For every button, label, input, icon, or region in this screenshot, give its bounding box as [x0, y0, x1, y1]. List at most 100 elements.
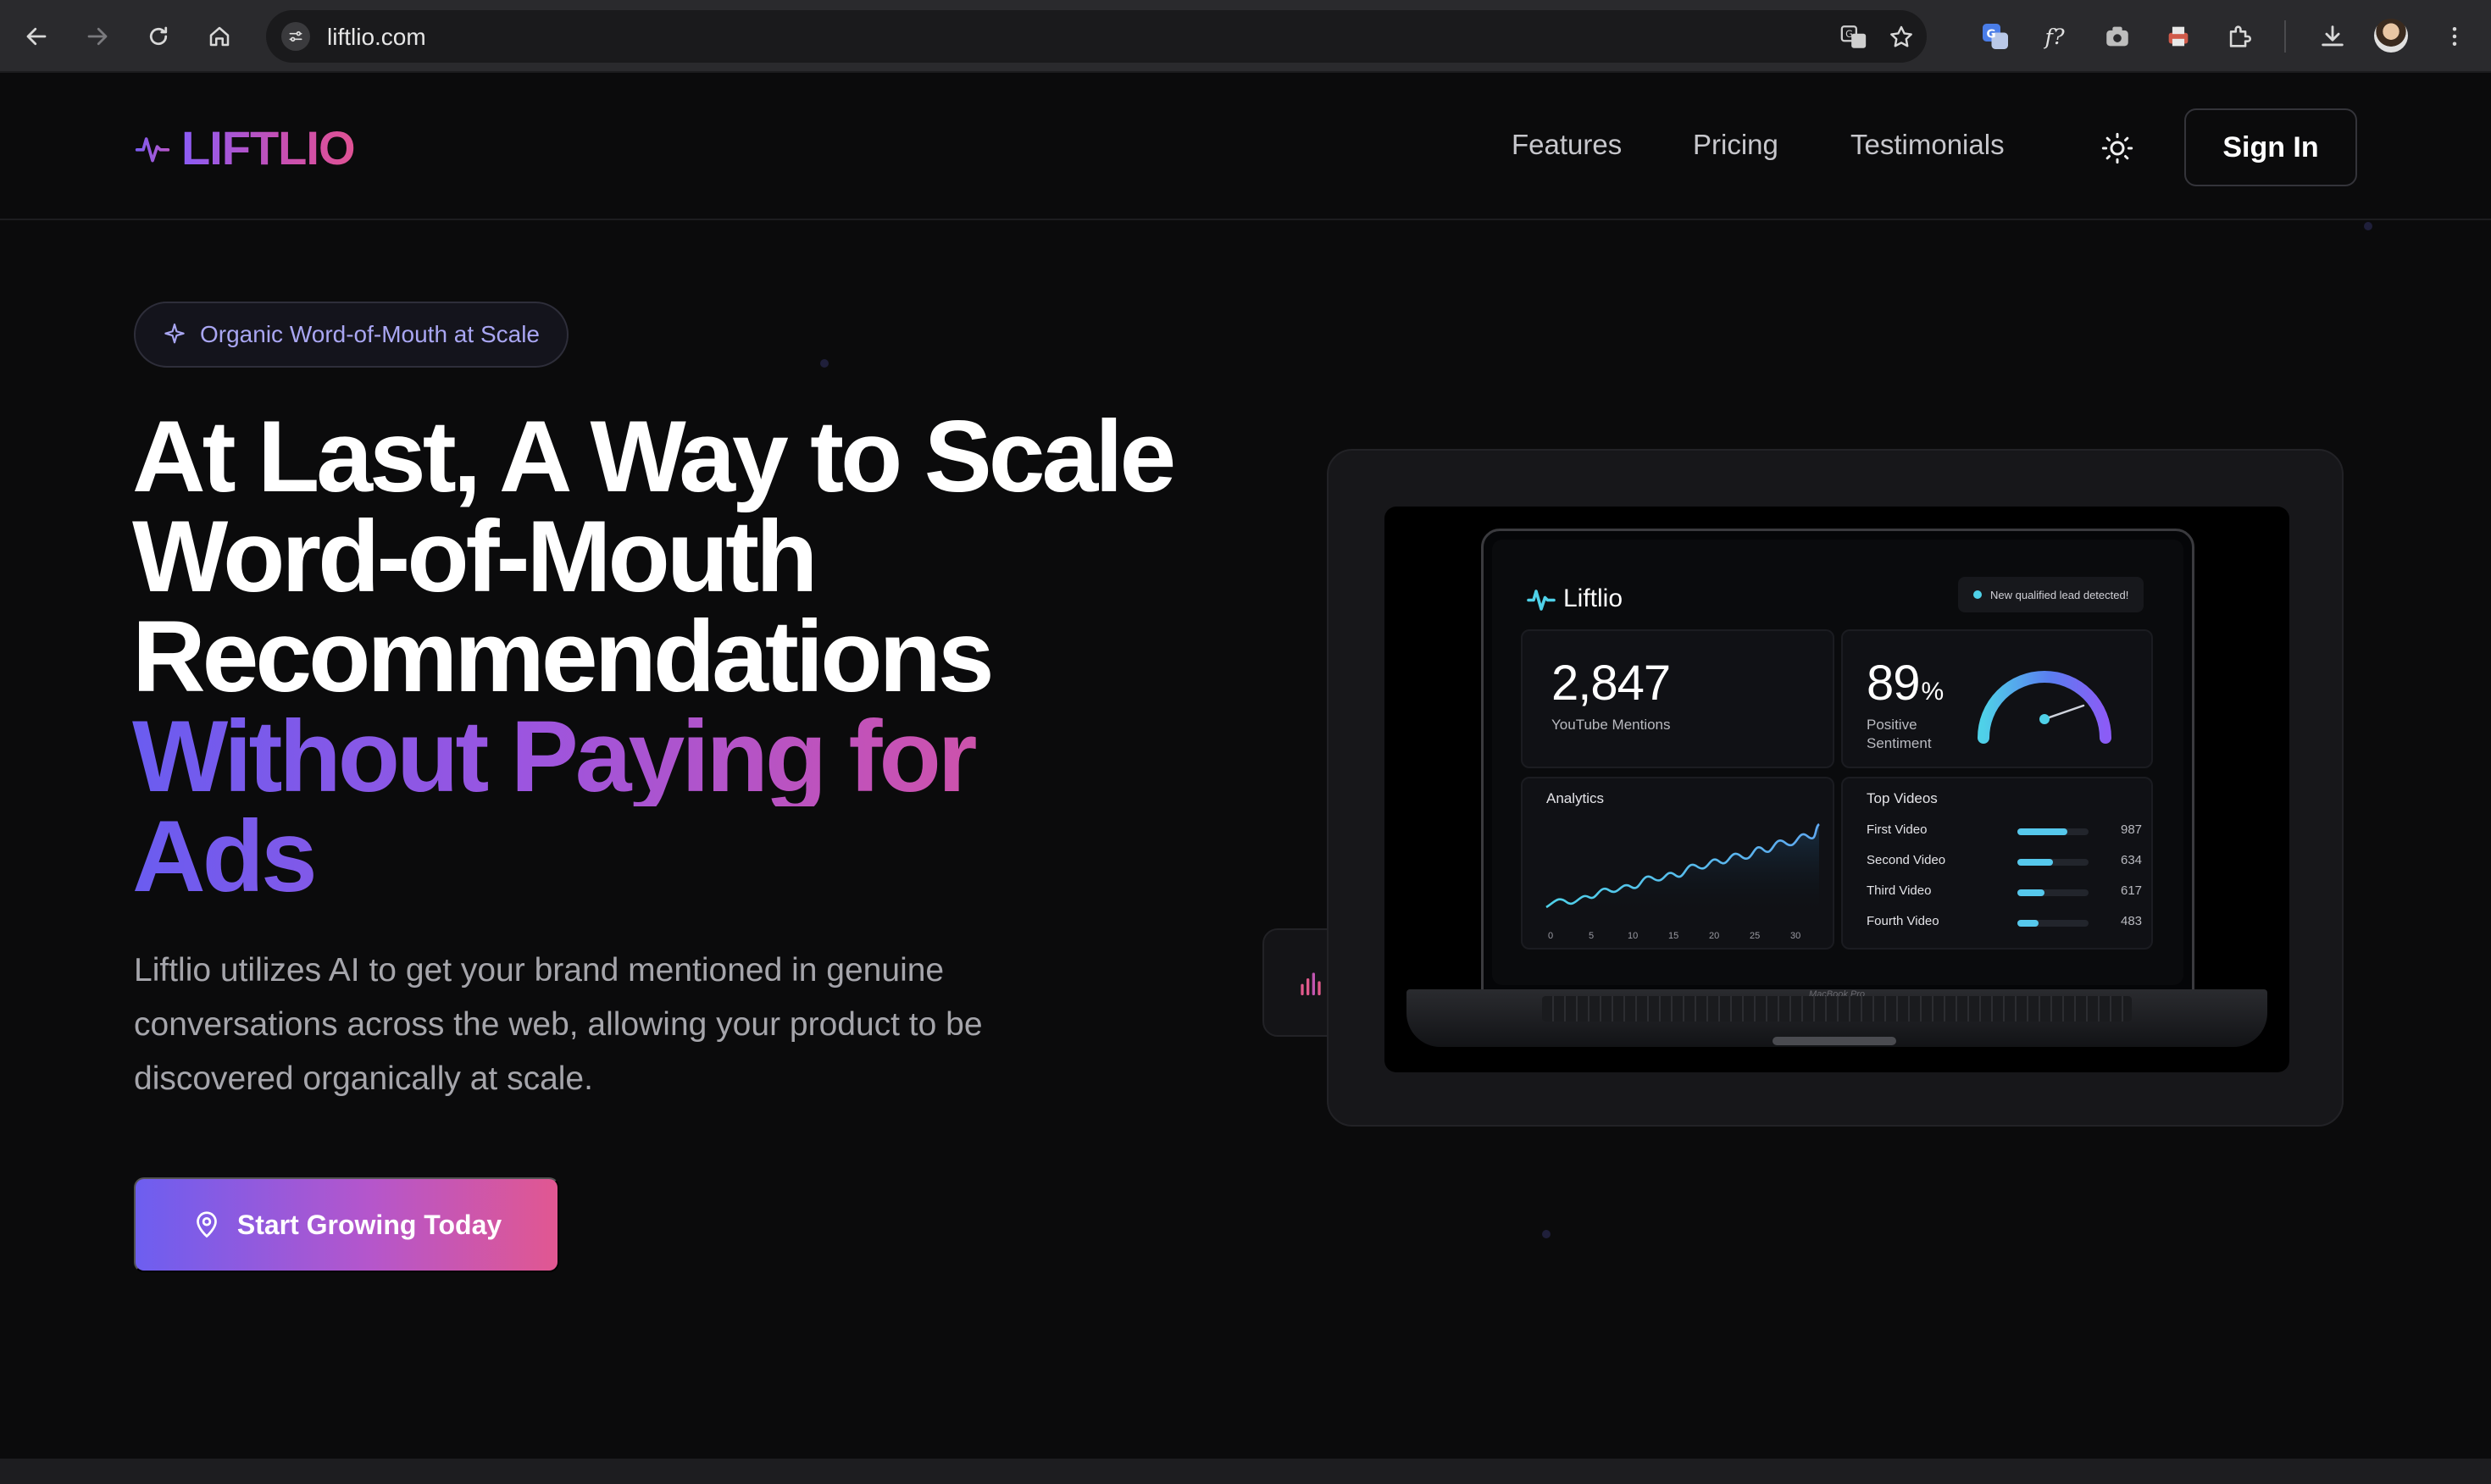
x-tick-label: 30	[1790, 931, 1801, 941]
sentiment-label: Positive	[1867, 717, 1917, 733]
dashboard-preview: Liftlio New qualified lead detected! 2,8…	[1492, 540, 2183, 985]
extension-font-icon[interactable]: f?	[2037, 17, 2076, 56]
extension-camera-icon[interactable]	[2098, 17, 2137, 56]
page-bottom-divider	[0, 1459, 2491, 1484]
site-header: LIFTLIO Features Pricing Testimonials Si…	[0, 75, 2491, 220]
decorative-dot	[1542, 1230, 1551, 1238]
mentions-value: 2,847	[1551, 656, 1671, 711]
laptop-base: MacBook Pro	[1406, 989, 2267, 1047]
video-name: Second Video	[1867, 853, 1946, 867]
site-logo[interactable]: LIFTLIO	[134, 120, 356, 175]
dashboard-logo-text: Liftlio	[1563, 584, 1623, 612]
top-videos-title: Top Videos	[1867, 790, 1938, 806]
svg-text:f?: f?	[2044, 25, 2065, 50]
video-bar-fill	[2017, 828, 2067, 835]
translate-icon[interactable]: G	[1839, 22, 1869, 53]
menu-kebab-icon[interactable]	[2435, 17, 2474, 56]
lead-notification-text: New qualified lead detected!	[1990, 588, 2129, 601]
top-video-row: First Video 987	[1867, 822, 2146, 841]
hero-headline: At Last, A Way to Scale Word-of-Mouth Re…	[132, 400, 1234, 907]
video-count: 987	[2121, 822, 2143, 837]
extensions-puzzle-icon[interactable]	[2220, 17, 2259, 56]
sparkle-icon	[164, 323, 185, 344]
video-bar-fill	[2017, 889, 2044, 896]
back-icon[interactable]	[15, 15, 58, 58]
svg-text:G: G	[1845, 28, 1853, 40]
home-icon[interactable]	[198, 15, 241, 58]
analytics-line-chart	[1545, 822, 1820, 922]
headline-line: Recommendations	[132, 600, 995, 713]
forward-icon[interactable]	[76, 15, 119, 58]
address-bar[interactable]: liftlio.com G	[266, 10, 1927, 63]
url-text[interactable]: liftlio.com	[327, 24, 426, 51]
decorative-dot	[2364, 222, 2372, 230]
analytics-x-axis: 0 5 10 15 20 25 30	[1548, 931, 1819, 944]
sentiment-label: Sentiment	[1867, 735, 1932, 751]
start-growing-button[interactable]: Start Growing Today	[134, 1177, 559, 1272]
sentiment-value: 89	[1867, 656, 1921, 711]
extension-translate-icon[interactable]: G	[1976, 17, 2015, 56]
logo-text: LIFTLIO	[181, 121, 356, 174]
toolbar-separator	[2284, 20, 2286, 53]
lead-notification: New qualified lead detected!	[1958, 577, 2144, 612]
location-pin-icon	[196, 1211, 217, 1238]
mockup-screen: Liftlio New qualified lead detected! 2,8…	[1384, 507, 2289, 1072]
video-bar-track	[2017, 828, 2089, 835]
video-bar-fill	[2017, 859, 2053, 866]
reload-icon[interactable]	[137, 15, 180, 58]
hero-badge: Organic Word-of-Mouth at Scale	[134, 302, 569, 368]
cta-label: Start Growing Today	[236, 1209, 502, 1240]
nav-features[interactable]: Features	[1512, 129, 1622, 161]
video-count: 483	[2121, 914, 2143, 928]
headline-line: Word-of-Mouth	[132, 500, 818, 613]
mentions-label: YouTube Mentions	[1551, 717, 1671, 733]
analytics-title: Analytics	[1546, 790, 1605, 806]
bar-chart-icon	[1301, 972, 1321, 995]
video-bar-track	[2017, 920, 2089, 927]
extension-printer-icon[interactable]	[2159, 17, 2198, 56]
sign-in-button[interactable]: Sign In	[2184, 108, 2357, 186]
headline-gradient-line: Ads	[132, 806, 1234, 907]
bookmark-star-icon[interactable]	[1886, 22, 1917, 53]
top-videos-card: Top Videos First Video 987 Second Video …	[1841, 777, 2153, 950]
top-video-row: Fourth Video 483	[1867, 914, 2146, 933]
profile-avatar[interactable]	[2374, 19, 2408, 53]
hero-subtext: Liftlio utilizes AI to get your brand me…	[134, 952, 983, 1097]
badge-text: Organic Word-of-Mouth at Scale	[200, 321, 540, 347]
download-icon[interactable]	[2313, 17, 2352, 56]
browser-toolbar: liftlio.com G G f?	[0, 0, 2491, 73]
video-bar-fill	[2017, 920, 2039, 927]
hero-section: Organic Word-of-Mouth at Scale At Last, …	[0, 222, 2491, 1459]
sentiment-unit: %	[1921, 678, 1945, 706]
pulse-icon	[1527, 590, 1556, 611]
x-tick-label: 15	[1668, 931, 1679, 941]
headline-line: At Last, A Way to Scale	[132, 400, 1176, 513]
site-info-icon[interactable]	[281, 22, 310, 51]
video-count: 634	[2121, 853, 2143, 867]
product-mockup: Liftlio New qualified lead detected! 2,8…	[1327, 449, 2344, 1127]
nav-pricing[interactable]: Pricing	[1693, 129, 1778, 161]
video-name: Fourth Video	[1867, 914, 1939, 928]
nav-testimonials[interactable]: Testimonials	[1850, 129, 2005, 161]
pulse-icon	[135, 136, 170, 162]
x-tick-label: 20	[1709, 931, 1720, 941]
sentiment-gauge	[1978, 671, 2111, 744]
video-name: Third Video	[1867, 883, 1932, 898]
status-dot	[1973, 590, 1982, 599]
x-tick-label: 10	[1628, 931, 1639, 941]
dashboard-logo: Liftlio	[1526, 584, 1623, 614]
sun-icon[interactable]	[2096, 127, 2139, 169]
video-count: 617	[2121, 883, 2143, 898]
headline-gradient-line: Without Paying for	[132, 706, 1234, 807]
x-tick-label: 25	[1750, 931, 1761, 941]
top-video-row: Second Video 634	[1867, 853, 2146, 872]
laptop-notch	[1773, 1037, 1896, 1045]
video-name: First Video	[1867, 822, 1928, 837]
sentiment-card: 89 % Positive Sentiment	[1841, 629, 2153, 768]
video-bar-track	[2017, 889, 2089, 896]
mentions-card: 2,847 YouTube Mentions	[1521, 629, 1834, 768]
decorative-dot	[820, 359, 829, 368]
analytics-card: Analytics 0 5 10 15 20 25 30	[1521, 777, 1834, 950]
x-tick-label: 5	[1589, 931, 1595, 941]
video-bar-track	[2017, 859, 2089, 866]
